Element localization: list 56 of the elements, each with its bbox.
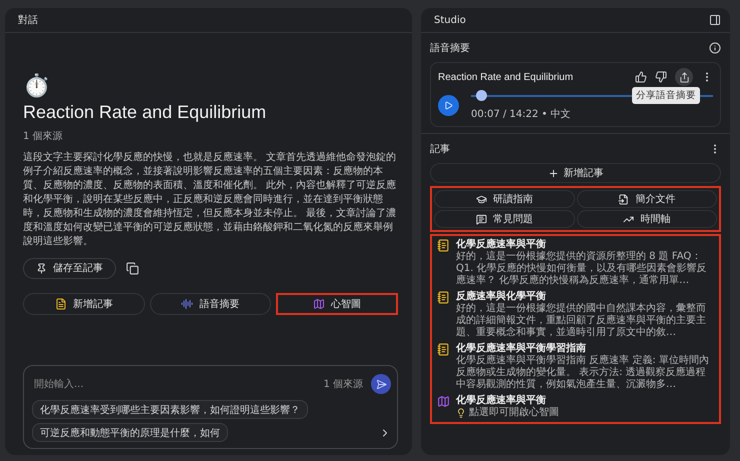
info-icon[interactable] (709, 42, 721, 54)
map-icon (437, 395, 450, 408)
note-title[interactable]: 化學反應速率與平衡 (456, 239, 714, 251)
tool-button[interactable]: 時間軸 (576, 210, 717, 228)
source-count: 1 個來源 (23, 130, 64, 142)
progress-thumb[interactable] (476, 90, 487, 101)
note-title[interactable]: 化學反應速率與平衡學習指南 (456, 343, 714, 355)
stopwatch-emoji: ⏱ (23, 74, 50, 98)
graduation-cap-icon (476, 194, 487, 204)
lightbulb-icon (456, 408, 466, 418)
tool-button[interactable]: 簡介文件 (576, 190, 717, 208)
source-count: 1 個來源 (323, 378, 363, 391)
tooltip: 分享語音摘要 (632, 87, 700, 104)
tool-button[interactable]: 研讀指南 (434, 190, 574, 208)
suggestion-chip[interactable]: 可逆反應和動態平衡的原理是什麼，如何 (32, 423, 228, 442)
chat-bubble-icon (476, 214, 487, 224)
plus-icon (548, 168, 558, 178)
action-button[interactable]: 心智圖 (276, 292, 398, 314)
panel-title: 對話 (18, 14, 38, 27)
note-icon (437, 291, 450, 304)
note-title[interactable]: 反應速率與化學平衡 (456, 291, 714, 303)
thumbs-up-icon[interactable] (635, 71, 647, 83)
section-heading: 記事 (430, 142, 450, 156)
pin-icon (36, 262, 47, 274)
add-note-button[interactable]: 新增記事 (430, 163, 721, 183)
suggestion-chip[interactable]: 化學反應速率受到哪些主要因素影響，如何證明這些影響？ (32, 400, 308, 419)
action-button[interactable]: 語音摘要 (150, 292, 272, 314)
audio-title: Reaction Rate and Equilibrium (438, 72, 574, 82)
note-preview: 好的，這是一份根據您提供的國中自然課本內容，彙整而成的詳細簡報文件，重點回顧了反應速率與平衡的主要主題、重要概念和事實，並適時引用了原文中的敘… (456, 303, 707, 339)
save-to-notes-button[interactable]: 儲存至記事 (23, 258, 116, 278)
audio-wave-icon (181, 298, 194, 310)
document-icon (618, 194, 630, 204)
note-icon (437, 239, 450, 252)
notebook-title: Reaction Rate and Equilibrium (23, 102, 268, 122)
thumbs-down-icon[interactable] (655, 71, 667, 83)
copy-icon[interactable] (126, 262, 139, 274)
share-icon[interactable] (675, 68, 693, 86)
note-hint: 點選即可開啟心智圖 (469, 407, 559, 419)
map-icon (313, 298, 326, 310)
note-icon (54, 298, 67, 310)
action-button[interactable]: 新增記事 (23, 292, 145, 314)
playback-time: 00:07 / 14:22 • 中文 (471, 108, 572, 121)
send-button[interactable] (371, 374, 391, 394)
section-heading: 語音摘要 (430, 42, 470, 55)
panel-title: Studio (434, 14, 466, 26)
note-preview: 好的，這是一份根據您提供的資源所整理的 8 題 FAQ： Q1. 化學反應的快慢如何衡量，以及有哪些因素會影響反應速率？ 化學反應的快慢稱為反應速率，通常用單… (456, 251, 708, 287)
play-button[interactable] (438, 94, 459, 116)
note-title[interactable]: 化學反應速率與平衡 (456, 395, 559, 407)
chat-input[interactable]: 開始輸入... (32, 378, 316, 390)
panel-toggle-icon[interactable] (709, 14, 721, 26)
send-icon (376, 378, 386, 390)
note-preview: 化學反應速率與平衡學習指南 反應速率 定義: 單位時間內反應物或生成物的變化量。 表示方法: 透過觀察反應過程中容易觀測的性質，例如氣泡產生量、沉澱物多… (456, 355, 710, 391)
summary-paragraph: 這段文字主要探討化學反應的快慢，也就是反應速率。 文章首先透過維他命發泡錠的例子介紹反應速率的概念，並接著說明影響反應速率的五個主要因素：反應物的本質、反應物的濃度、反應物的表面積、溫度和催化劑。 此外，內容也解釋了可逆反應和化學平衡，說明在某些反應中，正反應和逆反應會同時進行，並在達到平衡狀態時，反應物和生成物的濃度會維持恆定，但反應本身並未停止。 最後，文章討論了濃度和溫度如何改變已達平衡的可逆反應狀態，並藉由鉻酸鉀和二氧化氮的反應來舉例說明這些影響。 (23, 150, 398, 248)
tool-button[interactable]: 常見問題 (434, 210, 574, 228)
note-icon (437, 343, 450, 356)
play-icon (444, 100, 453, 110)
